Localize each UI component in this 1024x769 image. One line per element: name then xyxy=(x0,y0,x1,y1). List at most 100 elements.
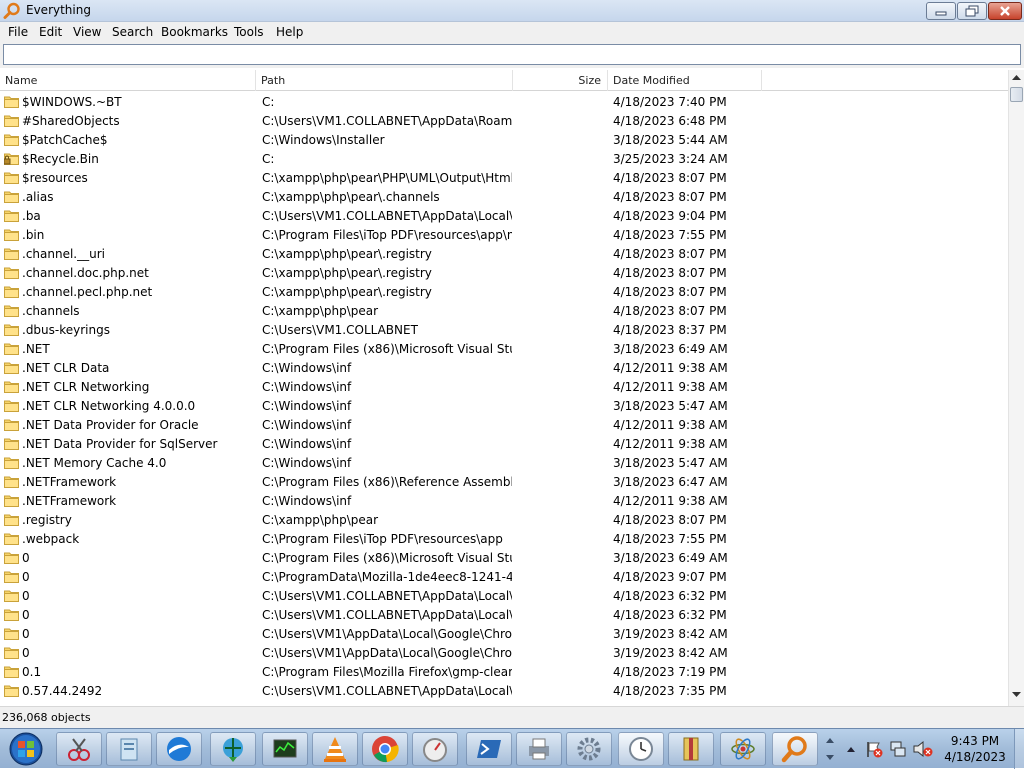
menu-bookmarks[interactable]: Bookmarks xyxy=(161,25,228,39)
cell-name: #SharedObjects xyxy=(22,114,120,128)
cell-date: 3/19/2023 8:42 AM xyxy=(613,627,728,641)
table-row[interactable]: .NET Data Provider for Oracle C:\Windows\… xyxy=(0,416,1008,435)
taskbar-network-app[interactable] xyxy=(210,732,256,766)
table-row[interactable]: .NETFramework C:\Windows\inf 4/12/2011 9:3… xyxy=(0,492,1008,511)
clock-date: 4/18/2023 xyxy=(944,750,1006,764)
printer-icon xyxy=(529,738,549,760)
table-row[interactable]: .webpack C:\Program Files\iTop PDF\resour… xyxy=(0,530,1008,549)
cell-name: .channel.doc.php.net xyxy=(22,266,149,280)
scroll-down-arrow-icon[interactable] xyxy=(1012,692,1021,698)
table-row[interactable]: 0 C:\Users\VM1.COLLABNET\AppData\Local\G.… xyxy=(0,606,1008,625)
table-row[interactable]: 0 C:\ProgramData\Mozilla-1de4eec8-1241-41… xyxy=(0,568,1008,587)
cell-path: C: xyxy=(262,152,275,166)
taskbar-scroll-icon[interactable] xyxy=(824,731,836,767)
table-row[interactable]: .ba C:\Users\VM1.COLLABNET\AppData\Local\… xyxy=(0,207,1008,226)
taskbar-everything[interactable] xyxy=(772,732,818,766)
table-row[interactable]: .NET C:\Program Files (x86)\Microsoft Vis… xyxy=(0,340,1008,359)
restore-button[interactable] xyxy=(957,2,987,20)
column-header-size[interactable]: Size xyxy=(513,70,608,91)
vertical-scrollbar[interactable] xyxy=(1008,70,1024,706)
cell-path: C:\Users\VM1.COLLABNET\AppData\Local\G..… xyxy=(262,608,512,622)
scrollbar-thumb[interactable] xyxy=(1010,87,1023,102)
file-manager-icon xyxy=(120,738,138,761)
search-input[interactable] xyxy=(3,44,1021,65)
table-row[interactable]: .channels C:\xampp\php\pear 4/18/2023 8:07… xyxy=(0,302,1008,321)
taskbar-settings[interactable] xyxy=(566,732,612,766)
table-row[interactable]: .channel.doc.php.net C:\xampp\php\pear\.r… xyxy=(0,264,1008,283)
menu-edit[interactable]: Edit xyxy=(39,25,62,39)
table-row[interactable]: .dbus-keyrings C:\Users\VM1.COLLABNET 4/18… xyxy=(0,321,1008,340)
chrome-icon xyxy=(372,736,399,763)
table-row[interactable]: .NET CLR Data C:\Windows\inf 4/12/2011 9:3… xyxy=(0,359,1008,378)
menu-tools[interactable]: Tools xyxy=(234,25,264,39)
cell-name: .channel.pecl.php.net xyxy=(22,285,153,299)
folder-icon xyxy=(4,248,19,260)
table-row[interactable]: .channel.pecl.php.net C:\xampp\php\pear\.… xyxy=(0,283,1008,302)
cell-path: C:\Program Files\Mozilla Firefox\gmp-cle… xyxy=(262,665,512,679)
table-row[interactable]: .NETFramework C:\Program Files (x86)\Refe… xyxy=(0,473,1008,492)
table-row[interactable]: $resources C:\xampp\php\pear\PHP\UML\Outp… xyxy=(0,169,1008,188)
cell-date: 3/18/2023 6:49 AM xyxy=(613,342,728,356)
table-row[interactable]: .alias C:\xampp\php\pear\.channels 4/18/20… xyxy=(0,188,1008,207)
start-orb-icon[interactable] xyxy=(6,731,46,767)
taskbar-file-manager[interactable] xyxy=(106,732,152,766)
taskbar-task-manager[interactable] xyxy=(262,732,308,766)
minimize-button[interactable] xyxy=(926,2,956,20)
menu-help[interactable]: Help xyxy=(276,25,303,39)
table-row[interactable]: 0.57.44.2492 C:\Users\VM1.COLLABNET\AppDa… xyxy=(0,682,1008,701)
taskbar-speedometer[interactable] xyxy=(412,732,458,766)
table-row[interactable]: .bin C:\Program Files\iTop PDF\resources\… xyxy=(0,226,1008,245)
table-row[interactable]: 0 C:\Program Files (x86)\Microsoft Visual… xyxy=(0,549,1008,568)
table-row[interactable]: $Recycle.Bin C: 3/25/2023 3:24 AM xyxy=(0,150,1008,169)
cell-date: 4/18/2023 6:48 PM xyxy=(613,114,727,128)
table-row[interactable]: .registry C:\xampp\php\pear 4/18/2023 8:07… xyxy=(0,511,1008,530)
folder-icon xyxy=(4,628,19,640)
table-row[interactable]: $PatchCache$ C:\Windows\Installer 3/18/202… xyxy=(0,131,1008,150)
column-header-path[interactable]: Path xyxy=(256,70,513,91)
table-row[interactable]: 0 C:\Users\VM1\AppData\Local\Google\Chro.… xyxy=(0,625,1008,644)
column-header-date-modified[interactable]: Date Modified xyxy=(608,70,762,91)
folder-icon xyxy=(4,476,19,488)
taskbar-archive[interactable] xyxy=(668,732,714,766)
network-icon[interactable] xyxy=(888,739,908,759)
folder-icon xyxy=(4,115,19,127)
table-row[interactable]: $WINDOWS.~BT C: 4/18/2023 7:40 PM xyxy=(0,93,1008,112)
column-header-name[interactable]: Name xyxy=(0,70,256,91)
taskbar-vlc[interactable] xyxy=(312,732,358,766)
table-row[interactable]: #SharedObjects C:\Users\VM1.COLLABNET\App… xyxy=(0,112,1008,131)
table-row[interactable]: .NET CLR Networking 4.0.0.0 C:\Windows\in… xyxy=(0,397,1008,416)
taskbar-thunderbird[interactable] xyxy=(156,732,202,766)
table-row[interactable]: .NET Memory Cache 4.0 C:\Windows\inf 3/18/… xyxy=(0,454,1008,473)
table-row[interactable]: 0 C:\Users\VM1.COLLABNET\AppData\Local\G.… xyxy=(0,587,1008,606)
results-list[interactable]: $WINDOWS.~BT C: 4/18/2023 7:40 PM #SharedOb… xyxy=(0,93,1008,705)
close-button[interactable] xyxy=(988,2,1022,20)
table-row[interactable]: .NET CLR Networking C:\Windows\inf 4/12/20… xyxy=(0,378,1008,397)
taskbar-clock[interactable]: 9:43 PM 4/18/2023 xyxy=(940,733,1010,765)
cell-name: .registry xyxy=(22,513,72,527)
cell-name: 0.57.44.2492 xyxy=(22,684,103,698)
menu-search[interactable]: Search xyxy=(112,25,153,39)
menu-view[interactable]: View xyxy=(73,25,101,39)
show-hidden-icons[interactable] xyxy=(844,737,858,761)
cell-date: 3/25/2023 3:24 AM xyxy=(613,152,728,166)
taskbar-printer[interactable] xyxy=(516,732,562,766)
folder-icon xyxy=(4,400,19,412)
volume-muted-icon[interactable] xyxy=(912,739,934,759)
table-row[interactable]: .NET Data Provider for SqlServer C:\Windo… xyxy=(0,435,1008,454)
taskbar-clock-app[interactable] xyxy=(618,732,664,766)
taskbar-snipping-tool[interactable] xyxy=(56,732,102,766)
table-row[interactable]: .channel.__uri C:\xampp\php\pear\.registr… xyxy=(0,245,1008,264)
taskbar-powershell[interactable] xyxy=(466,732,512,766)
action-center-flag-icon[interactable] xyxy=(864,739,884,759)
cell-name: $resources xyxy=(22,171,88,185)
cell-date: 4/18/2023 7:19 PM xyxy=(613,665,727,679)
cell-path: C:\Windows\inf xyxy=(262,418,352,432)
table-row[interactable]: 0.1 C:\Program Files\Mozilla Firefox\gmp-… xyxy=(0,663,1008,682)
taskbar-chrome[interactable] xyxy=(362,732,408,766)
show-desktop-button[interactable] xyxy=(1014,729,1024,769)
cell-date: 4/18/2023 7:40 PM xyxy=(613,95,727,109)
menu-file[interactable]: File xyxy=(8,25,28,39)
taskbar-atom[interactable] xyxy=(720,732,766,766)
scroll-up-arrow-icon[interactable] xyxy=(1012,74,1021,80)
table-row[interactable]: 0 C:\Users\VM1\AppData\Local\Google\Chro.… xyxy=(0,644,1008,663)
